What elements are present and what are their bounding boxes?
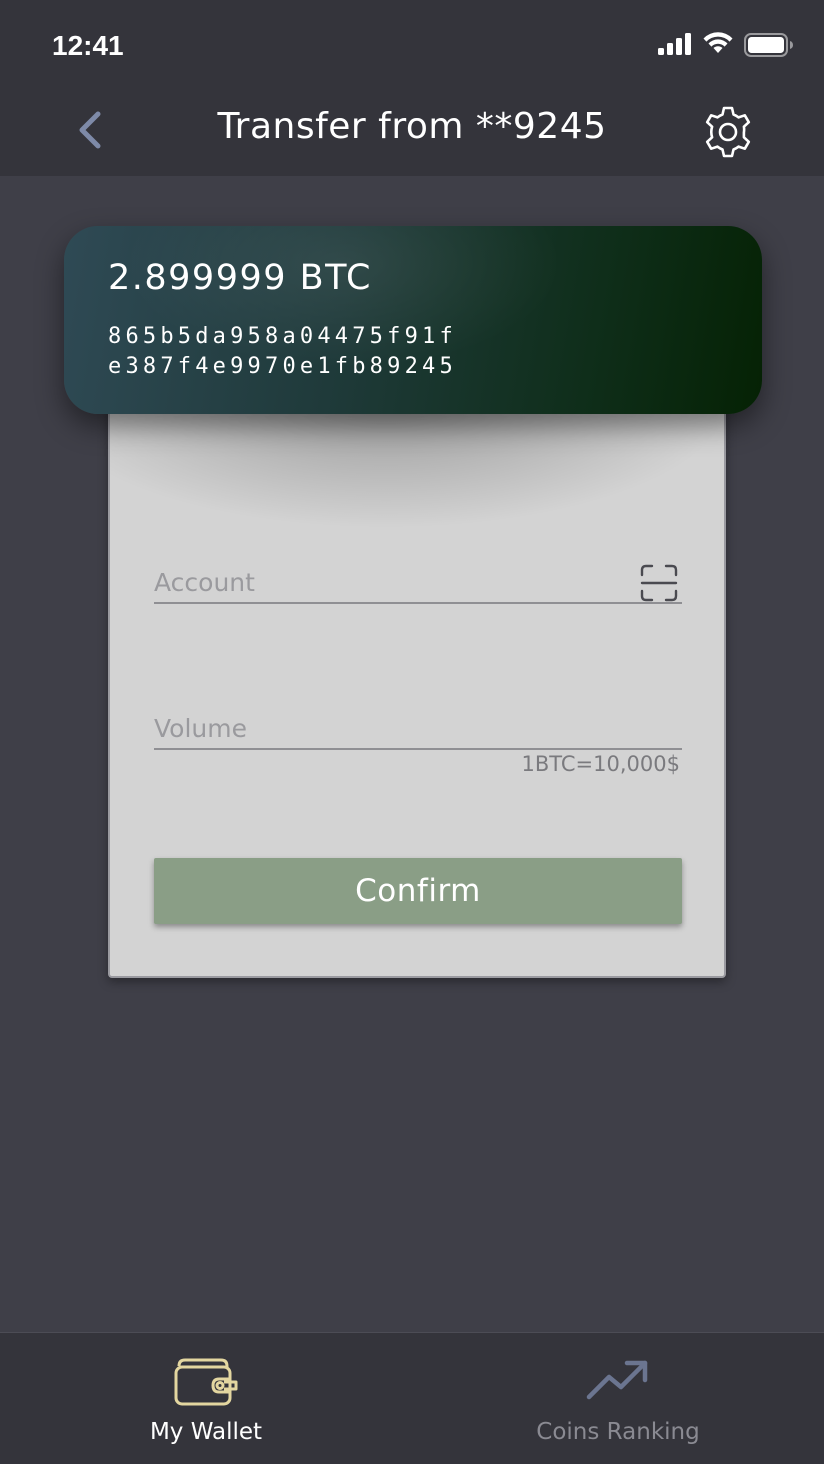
- tab-label-my-wallet: My Wallet: [149, 1419, 263, 1445]
- confirm-button[interactable]: Confirm: [154, 858, 682, 924]
- tab-bar: My Wallet Coins Ranking: [0, 1332, 824, 1464]
- scan-qr-icon: [640, 564, 678, 602]
- card-sheen: [64, 226, 762, 414]
- scan-button[interactable]: [640, 564, 678, 602]
- wifi-icon: [702, 31, 734, 60]
- wallet-balance: 2.899999 BTC: [108, 258, 372, 298]
- wallet-address: 865b5da958a04475f91f e387f4e9970e1fb8924…: [108, 322, 568, 382]
- transfer-form: 1BTC=10,000$ Confirm: [108, 398, 726, 978]
- settings-button[interactable]: [698, 102, 758, 162]
- wallet-address-line-1: 865b5da958a04475f91f: [108, 324, 457, 349]
- account-input[interactable]: [154, 562, 682, 602]
- nav-header: Transfer from **9245: [0, 90, 824, 176]
- cellular-signal-icon: [658, 33, 692, 60]
- wallet-address-line-2: e387f4e9970e1fb89245: [108, 354, 457, 379]
- tab-label-coins-ranking: Coins Ranking: [536, 1419, 700, 1445]
- wallet-card: 2.899999 BTC 865b5da958a04475f91f e387f4…: [64, 226, 762, 414]
- volume-field: [154, 702, 682, 750]
- gear-icon: [705, 106, 751, 158]
- panel-shadow: [110, 400, 724, 560]
- status-time: 12:41: [52, 30, 124, 61]
- status-bar: 12:41: [0, 0, 824, 90]
- battery-icon: [744, 33, 794, 62]
- tab-my-wallet[interactable]: My Wallet: [0, 1333, 412, 1464]
- trending-up-icon: [583, 1357, 653, 1412]
- wallet-icon: [173, 1357, 239, 1412]
- tab-coins-ranking[interactable]: Coins Ranking: [412, 1333, 824, 1464]
- volume-input[interactable]: [154, 708, 682, 748]
- exchange-rate-note: 1BTC=10,000$: [521, 752, 680, 776]
- account-field: [154, 556, 682, 604]
